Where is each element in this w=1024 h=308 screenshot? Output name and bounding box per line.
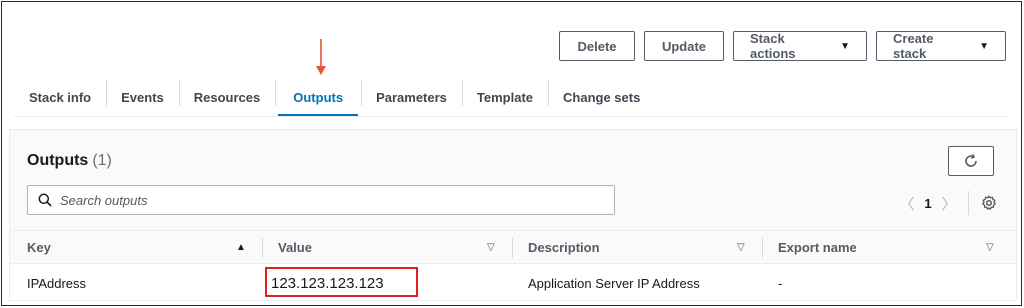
column-divider — [762, 238, 763, 258]
tab-label: Resources — [193, 89, 261, 105]
create-stack-dropdown[interactable]: Create stack ▼ — [876, 31, 1006, 61]
tab-label: Template — [476, 89, 534, 105]
stack-actions-bar: Delete Update Stack actions ▼ Create stac… — [559, 31, 1006, 61]
tab-outputs[interactable]: Outputs — [275, 77, 361, 117]
outputs-table-header: Key ▲ Value ▽ Description ▽ Export name … — [10, 231, 1016, 264]
stack-actions-label: Stack actions — [750, 31, 796, 61]
panel-title-text: Outputs — [27, 152, 89, 169]
column-header-export-name[interactable]: Export name ▽ — [762, 231, 1002, 264]
stack-tabs: Stack info Events Resources Outputs Para… — [14, 77, 655, 117]
tab-label: Parameters — [376, 89, 447, 105]
column-divider — [512, 238, 513, 258]
delete-button[interactable]: Delete — [559, 31, 635, 61]
sort-ascending-icon[interactable]: ▲ — [236, 242, 246, 253]
screenshot-frame: Delete Update Stack actions ▼ Create stac… — [1, 1, 1022, 306]
outputs-panel-header: Outputs(1) 〈 1 〉 — [10, 130, 1016, 231]
tab-template[interactable]: Template — [461, 77, 548, 117]
delete-button-label: Delete — [577, 38, 617, 54]
column-header-label: Description — [528, 240, 600, 255]
search-icon — [38, 193, 52, 207]
update-button-label: Update — [661, 38, 707, 54]
cell-value: 123.123.123.123 — [271, 274, 384, 292]
update-button[interactable]: Update — [644, 31, 724, 61]
tab-label: Change sets — [563, 89, 641, 105]
annotation-arrow-icon — [316, 39, 326, 75]
search-input[interactable] — [60, 192, 600, 208]
table-row: IPAddress 123.123.123.123 Application Se… — [10, 264, 1016, 300]
refresh-icon — [965, 154, 977, 167]
search-box — [27, 185, 615, 215]
cell-export-name: - — [778, 275, 783, 291]
column-header-label: Export name — [778, 240, 857, 255]
sort-icon[interactable]: ▽ — [737, 242, 745, 253]
column-header-value[interactable]: Value ▽ — [262, 231, 514, 264]
caret-down-icon: ▼ — [979, 40, 989, 52]
previous-page-icon[interactable]: 〈 — [896, 193, 918, 214]
caret-down-icon: ▼ — [840, 40, 850, 52]
tab-resources[interactable]: Resources — [178, 77, 275, 117]
pagination: 〈 1 〉 — [896, 191, 997, 215]
outputs-count: (1) — [92, 152, 112, 169]
tab-label: Stack info — [29, 89, 92, 105]
tab-label: Events — [121, 89, 164, 105]
tabs-divider — [14, 116, 1009, 117]
current-page-number[interactable]: 1 — [918, 196, 938, 211]
create-stack-label: Create stack — [893, 31, 934, 61]
tab-parameters[interactable]: Parameters — [361, 77, 462, 117]
tab-stack-info[interactable]: Stack info — [14, 77, 106, 117]
sort-icon[interactable]: ▽ — [986, 242, 994, 253]
panel-title: Outputs (1) — [27, 152, 112, 170]
next-page-icon[interactable]: 〉 — [938, 193, 960, 214]
tab-label: Outputs — [293, 89, 344, 105]
pagination-divider — [968, 191, 969, 215]
stack-actions-dropdown[interactable]: Stack actions ▼ — [733, 31, 867, 61]
outputs-panel: Outputs(1) 〈 1 〉 — [9, 129, 1017, 301]
tab-change-sets[interactable]: Change sets — [548, 77, 655, 117]
column-header-description[interactable]: Description ▽ — [512, 231, 764, 264]
settings-gear-icon[interactable] — [981, 195, 997, 211]
tab-events[interactable]: Events — [106, 77, 179, 117]
refresh-button[interactable] — [948, 146, 994, 176]
column-header-label: Value — [278, 240, 312, 255]
cell-description: Application Server IP Address — [528, 275, 700, 291]
column-divider — [262, 238, 263, 258]
cell-key: IPAddress — [27, 275, 87, 291]
column-header-key[interactable]: Key ▲ — [27, 231, 262, 264]
sort-icon[interactable]: ▽ — [487, 242, 495, 253]
column-header-label: Key — [27, 240, 51, 255]
